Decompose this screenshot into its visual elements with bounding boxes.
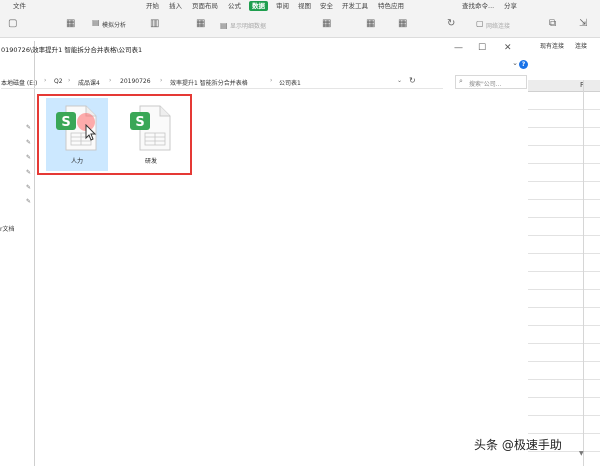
menu-data[interactable]: 数据	[249, 1, 268, 11]
chevron-right-icon[interactable]: ›	[109, 77, 111, 84]
svg-text:S: S	[135, 115, 144, 130]
sheet-grid[interactable]	[528, 92, 600, 466]
search-placeholder: 搜索"公司...	[469, 81, 502, 88]
simulate-analysis-label[interactable]: 模拟分析	[102, 20, 126, 29]
maximize-icon[interactable]: ☐	[478, 42, 486, 54]
pin-icon[interactable]: ✎	[26, 154, 31, 161]
svg-text:S: S	[61, 115, 70, 130]
menu-search-command[interactable]: 查找命令...	[462, 1, 494, 11]
spreadsheet-file-icon: S	[130, 105, 171, 151]
help-icon[interactable]: ?	[519, 60, 528, 69]
file-label-yanfa: 研发	[144, 158, 157, 165]
menu-insert[interactable]: 插入	[169, 1, 182, 11]
breadcrumb-date[interactable]: 20190726	[120, 78, 151, 85]
table-icon[interactable]: ▦	[322, 18, 331, 30]
refresh-icon[interactable]: ↻	[447, 18, 455, 30]
watermark-text: 头条 @极速手助	[474, 438, 562, 452]
file-explorer-window: 0190726\效率提升1 智能拆分合并表格\公司表1 — ☐ ✕ ⌄ ? 本地…	[1, 41, 528, 466]
breadcrumb-q2[interactable]: Q2	[54, 78, 63, 85]
validation-icon[interactable]: ▦	[366, 18, 375, 30]
file-label-renli: 人力	[70, 158, 83, 165]
address-dropdown-icon[interactable]: ⌄	[397, 77, 402, 84]
connection-icon[interactable]: ▢	[476, 18, 484, 30]
breadcrumb-efficiency[interactable]: 效率提升1 智能拆分合并表格	[170, 78, 248, 87]
nav-item-documents[interactable]: r文档	[0, 224, 14, 233]
simulate-analysis-icon[interactable]: ▤	[92, 17, 100, 29]
existing-connection-label[interactable]: 现有连接	[540, 41, 564, 50]
menu-view[interactable]: 视图	[298, 1, 311, 11]
breadcrumb-product[interactable]: 成品课4	[78, 78, 100, 87]
existing-connection-icon[interactable]: ⧉	[549, 18, 556, 30]
ribbon: 文件 开始 插入 页面布局 公式 数据 审阅 视图 安全 开发工具 特色应用 查…	[0, 0, 600, 38]
explorer-title: 0190726\效率提升1 智能拆分合并表格\公司表1	[1, 46, 143, 54]
chevron-right-icon[interactable]: ›	[160, 77, 162, 84]
menu-home[interactable]: 开始	[146, 1, 159, 11]
paste-icon[interactable]: ▢	[8, 18, 17, 30]
navigation-pane: ✎ ✎ ✎ ✎ ✎ ✎ r文档	[0, 88, 40, 288]
pin-icon[interactable]: ✎	[26, 139, 31, 146]
pivot-icon[interactable]: ▦	[66, 18, 75, 30]
address-bar[interactable]: 本地磁盘 (E:) › Q2 › 成品课4 › 20190726 › 效率提升1…	[1, 76, 443, 89]
file-item-yanfa[interactable]: S 研发	[120, 98, 182, 171]
search-icon: ⌕	[459, 77, 463, 85]
scroll-down-icon[interactable]: ▼	[579, 450, 584, 457]
connect-label[interactable]: 连接	[575, 41, 587, 50]
menu-file[interactable]: 文件	[13, 1, 26, 11]
menu-special[interactable]: 特色应用	[378, 1, 404, 11]
column-header[interactable]: F	[528, 80, 600, 92]
menu-security[interactable]: 安全	[320, 1, 333, 11]
search-input[interactable]: ⌕ 搜索"公司...	[455, 75, 527, 89]
network-connection-label[interactable]: 网络连接	[486, 21, 510, 30]
pin-icon[interactable]: ✎	[26, 124, 31, 131]
pin-icon[interactable]: ✎	[26, 184, 31, 191]
mouse-cursor-icon	[85, 124, 97, 141]
menu-developer[interactable]: 开发工具	[342, 1, 368, 11]
breadcrumb-company[interactable]: 公司表1	[279, 78, 301, 87]
breadcrumb-drive[interactable]: 本地磁盘 (E:)	[1, 78, 37, 87]
file-item-renli[interactable]: S 人力	[46, 98, 108, 171]
refresh-icon[interactable]: ↻	[409, 76, 416, 85]
share-button[interactable]: 分享	[504, 1, 517, 11]
chevron-right-icon[interactable]: ›	[44, 77, 46, 84]
grid-icon[interactable]: ▦	[398, 18, 407, 30]
minimize-icon[interactable]: —	[454, 42, 463, 54]
pin-icon[interactable]: ✎	[26, 198, 31, 205]
menu-formula[interactable]: 公式	[228, 1, 241, 11]
explorer-title-bar: 0190726\效率提升1 智能拆分合并表格\公司表1 — ☐ ✕	[1, 41, 529, 57]
filter-icon[interactable]: ▥	[150, 18, 159, 30]
pin-icon[interactable]: ✎	[26, 169, 31, 176]
connect-icon[interactable]: ⇲	[579, 18, 587, 30]
chevron-right-icon[interactable]: ›	[68, 77, 70, 84]
menu-bar: 文件 开始 插入 页面布局 公式 数据 审阅 视图 安全 开发工具 特色应用 查…	[0, 0, 600, 12]
show-detail-label[interactable]: 显示明细数据	[230, 21, 266, 30]
group-icon[interactable]: ▤	[220, 20, 228, 32]
menu-page-layout[interactable]: 页面布局	[192, 1, 218, 11]
chevron-right-icon[interactable]: ›	[270, 77, 272, 84]
close-icon[interactable]: ✕	[504, 42, 512, 54]
scrollbar[interactable]	[578, 80, 586, 466]
menu-review[interactable]: 审阅	[276, 1, 289, 11]
sort-icon[interactable]: ▦	[196, 18, 205, 30]
